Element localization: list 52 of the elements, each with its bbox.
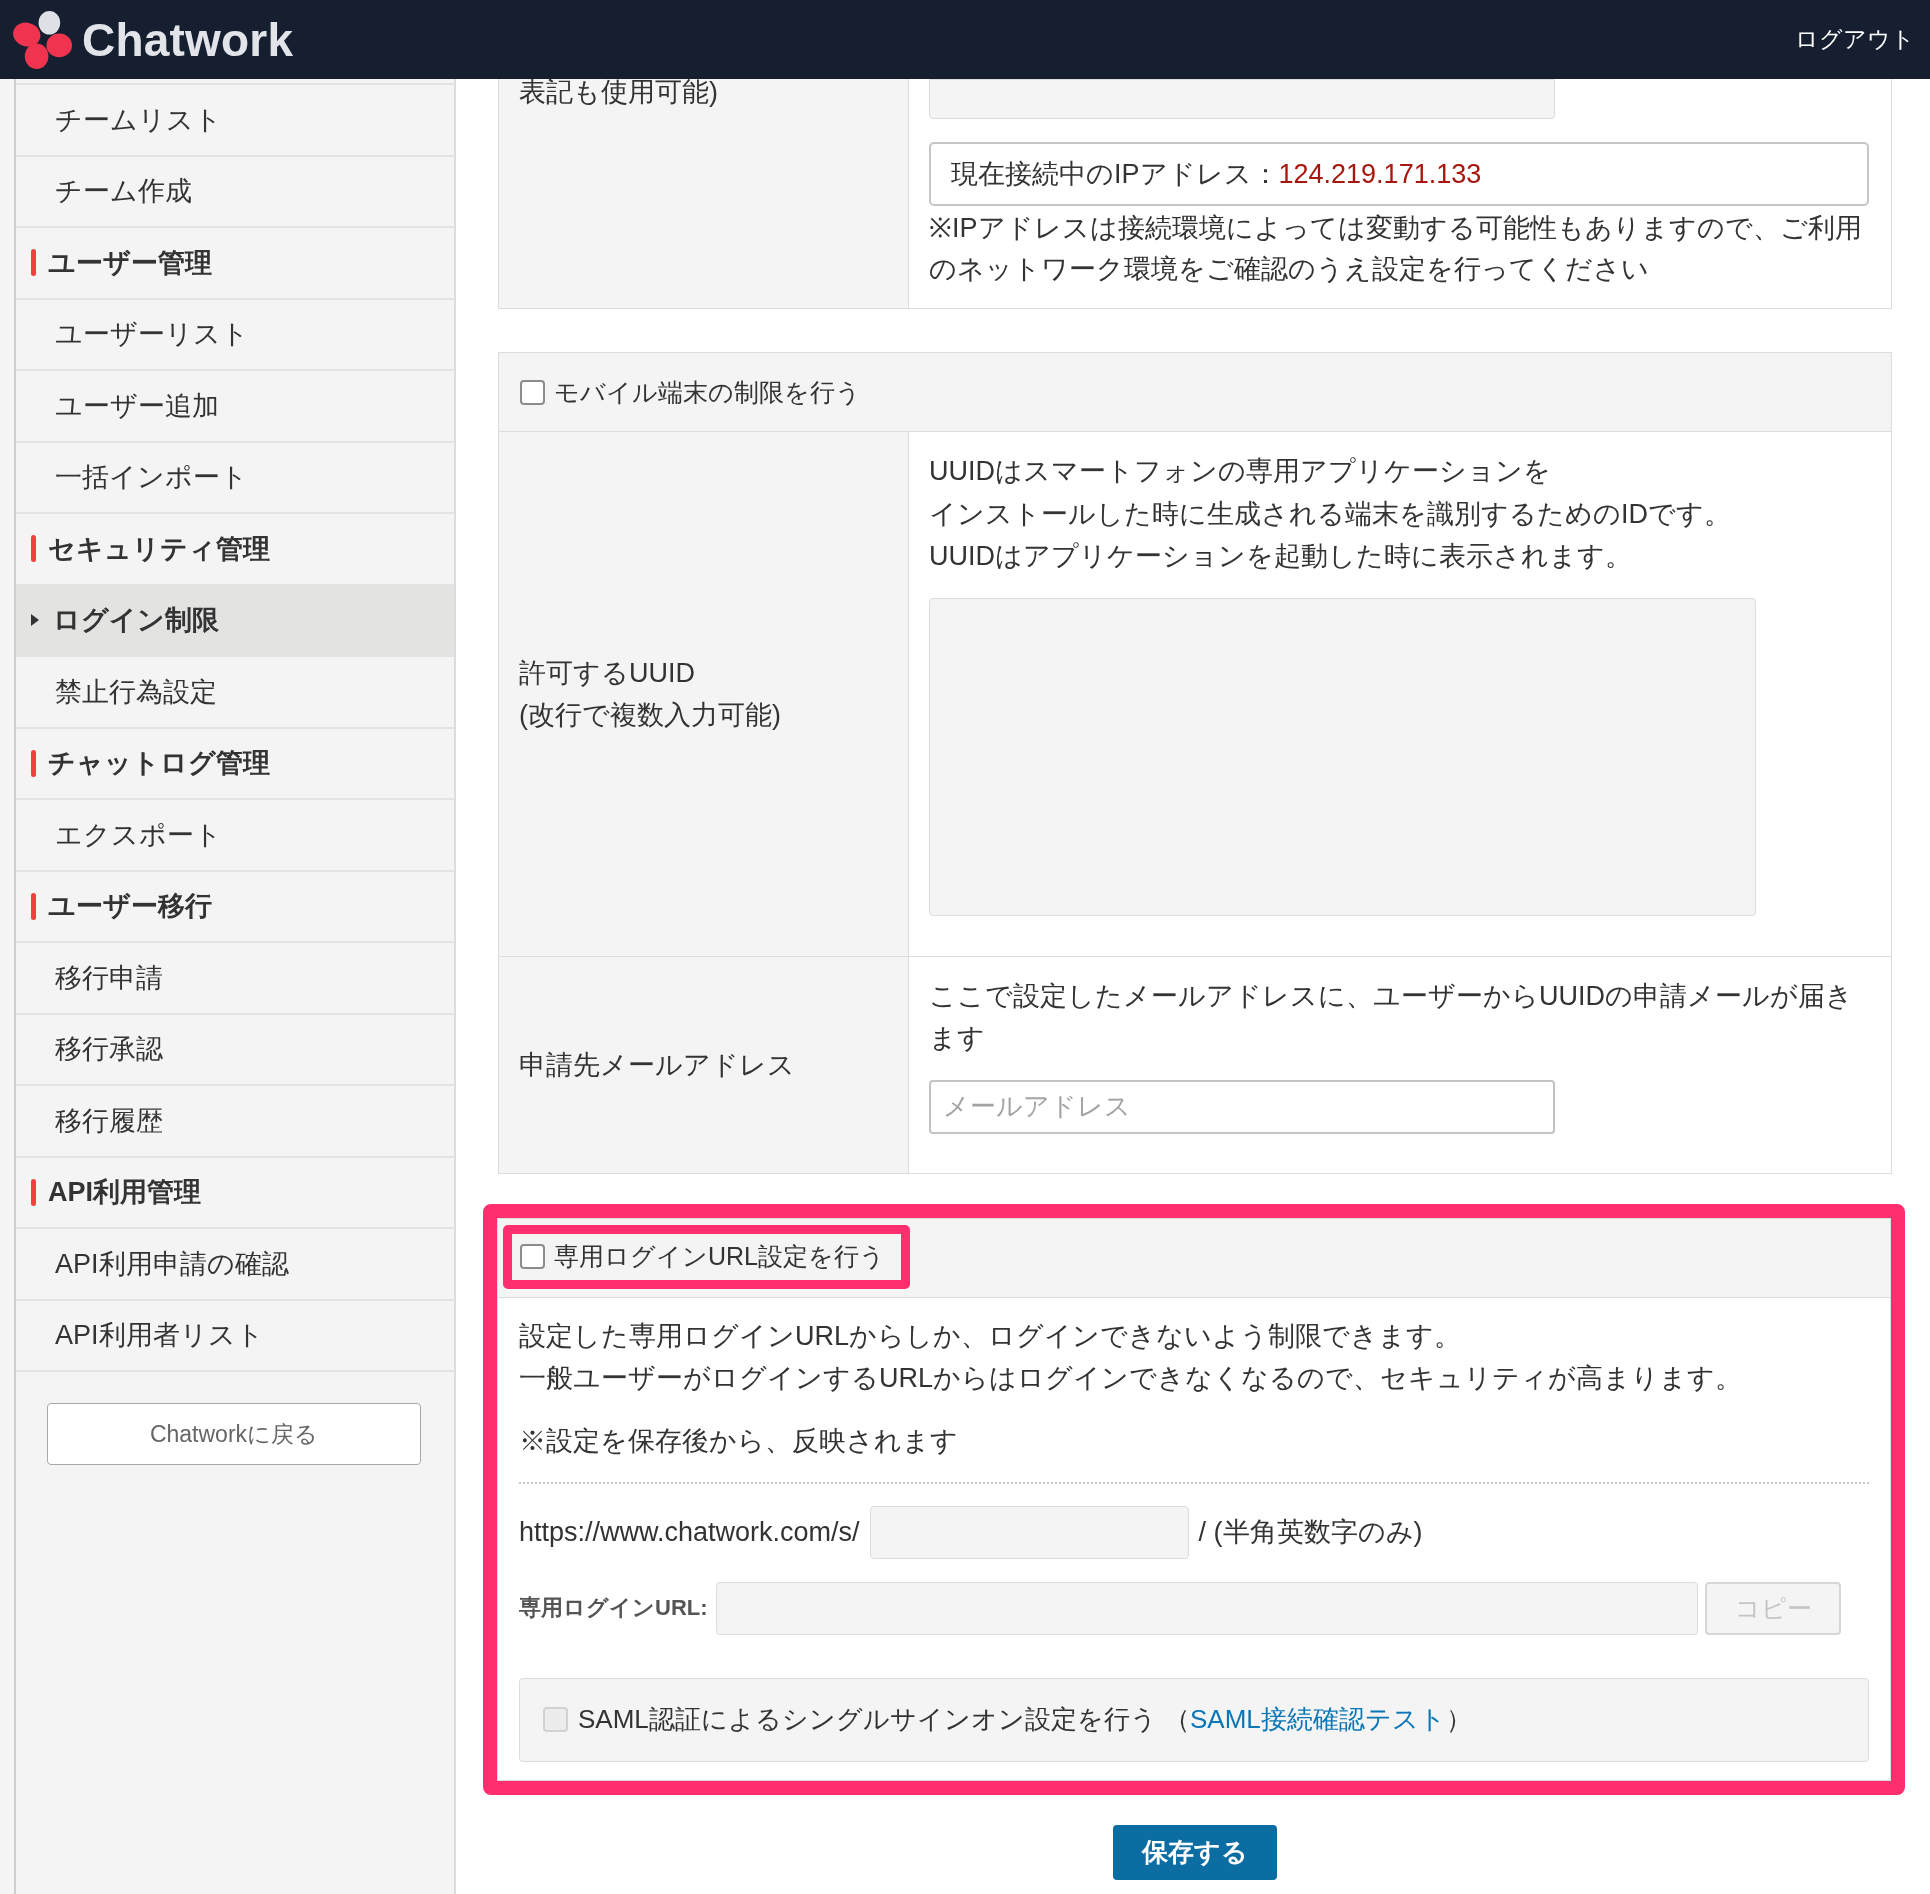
sidebar-item[interactable]: ユーザー追加 bbox=[16, 369, 454, 441]
description-text: 一般ユーザーがログインするURLからはログインできなくなるので、セキュリティが高まります。 bbox=[519, 1361, 1743, 1395]
url-hint: / (半角英数字のみ) bbox=[1198, 1516, 1423, 1549]
heading-marker-icon bbox=[31, 249, 36, 277]
checkbox-label: SAML認証によるシングルサインオン設定を行う （SAML接続確認テスト） bbox=[578, 1703, 1472, 1736]
heading-marker-icon bbox=[31, 535, 36, 563]
description-text: インストールした時に生成される端末を識別するためのIDです。 bbox=[929, 497, 1732, 531]
field-label: 表記も使用可能) bbox=[519, 77, 718, 107]
back-button[interactable]: Chatworkに戻る bbox=[47, 1403, 421, 1465]
url-prefix: https://www.chatwork.com/s/ bbox=[519, 1516, 860, 1548]
sidebar-item[interactable]: API利用者リスト bbox=[16, 1298, 454, 1370]
sidebar-heading: チャットログ管理 bbox=[48, 747, 270, 781]
checkbox[interactable] bbox=[520, 1244, 545, 1269]
sidebar-heading: ユーザー移行 bbox=[48, 890, 212, 924]
description-text: ここで設定したメールアドレスに、ユーザーからUUIDの申請メールが届きます bbox=[929, 979, 1854, 1055]
sidebar-heading: API利用管理 bbox=[48, 1176, 201, 1210]
heading-marker-icon bbox=[31, 749, 36, 777]
description-text: UUIDはアプリケーションを起動した時に表示されます。 bbox=[929, 540, 1633, 573]
heading-marker-icon bbox=[31, 892, 36, 920]
note-text: ※IPアドレスは接続環境によっては変動する可能性もありますので、ご利用のネットワーク環境をご確認のうえ設定を行ってください bbox=[929, 212, 1863, 286]
sidebar-item[interactable]: 移行履歴 bbox=[16, 1084, 454, 1156]
note-text: ※設定を保存後から、反映されます bbox=[519, 1424, 959, 1458]
brand-name: Chatwork bbox=[82, 12, 294, 67]
test-link[interactable]: SAML接続確認テスト bbox=[1190, 1704, 1446, 1734]
save-button[interactable]: 保存する bbox=[1113, 1824, 1277, 1880]
sidebar-item[interactable]: 禁止行為設定 bbox=[16, 655, 454, 727]
checkbox-label: 専用ログインURL設定を行う bbox=[554, 1241, 885, 1272]
checkbox[interactable] bbox=[520, 379, 545, 405]
sidebar-heading: セキュリティ管理 bbox=[48, 532, 270, 566]
field-label: 申請先メールアドレス bbox=[519, 1048, 795, 1082]
sidebar-item[interactable]: チーム作成 bbox=[16, 154, 454, 226]
sidebar-item[interactable]: ユーザーリスト bbox=[16, 297, 454, 369]
sidebar-item[interactable]: ログイン制限 bbox=[16, 583, 454, 655]
field-label: 許可するUUID (改行で複数入力可能) bbox=[519, 656, 781, 732]
logo-icon bbox=[13, 10, 72, 69]
sidebar-heading: ユーザー管理 bbox=[48, 246, 212, 280]
sidebar-item[interactable]: チームリスト bbox=[16, 83, 454, 155]
email-field[interactable]: メールアドレス bbox=[929, 1079, 1555, 1134]
field-label: 専用ログインURL: bbox=[519, 1594, 708, 1622]
description-text: UUIDはスマートフォンの専用アプリケーションを bbox=[929, 455, 1552, 488]
description-text: 設定した専用ログインURLからしか、ログインできないよう制限できます。 bbox=[519, 1319, 1462, 1353]
ip-address: 124.219.171.133 bbox=[1278, 158, 1482, 190]
sidebar-item[interactable]: API利用申請の確認 bbox=[16, 1227, 454, 1299]
checkbox-label: モバイル端末の制限を行う bbox=[554, 376, 861, 408]
ip-label: 現在接続中のIPアドレス： bbox=[951, 158, 1279, 191]
sidebar-item[interactable]: 一括インポート bbox=[16, 440, 454, 512]
sidebar-item[interactable]: エクスポート bbox=[16, 798, 454, 870]
sidebar-item[interactable]: 移行申請 bbox=[16, 941, 454, 1013]
caret-icon bbox=[31, 614, 39, 627]
sidebar-item[interactable]: 移行承認 bbox=[16, 1012, 454, 1084]
heading-marker-icon bbox=[31, 1178, 36, 1206]
logout-link[interactable]: ログアウト bbox=[1795, 24, 1915, 55]
